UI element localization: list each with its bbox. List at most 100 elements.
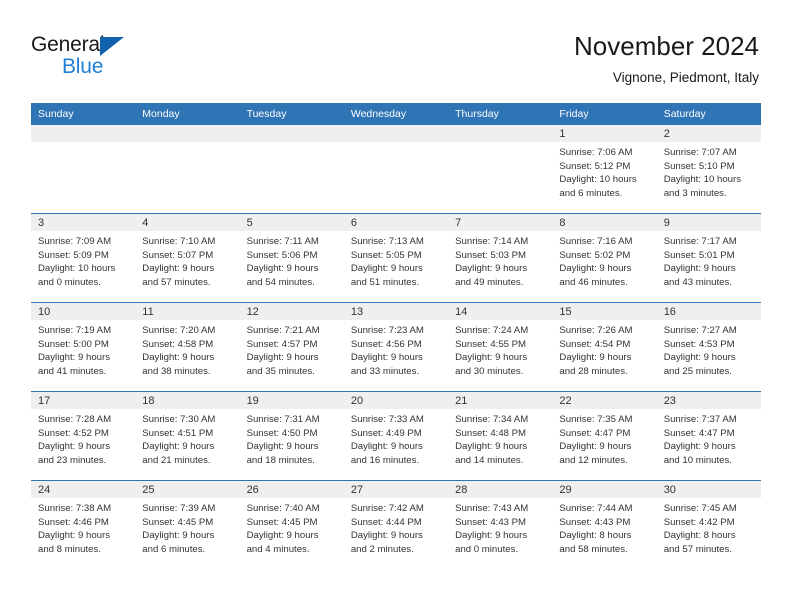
- day-cell[interactable]: 4 Sunrise: 7:10 AM Sunset: 5:07 PM Dayli…: [135, 213, 240, 303]
- day-cell[interactable]: 30 Sunrise: 7:45 AM Sunset: 4:42 PM Dayl…: [656, 480, 761, 569]
- sunset-text: Sunset: 5:05 PM: [350, 249, 422, 261]
- daylight-text-line2: and 8 minutes.: [38, 543, 101, 555]
- day-details: Sunrise: 7:16 AM Sunset: 5:02 PM Dayligh…: [552, 231, 656, 289]
- sunrise-text: Sunrise: 7:23 AM: [350, 325, 424, 336]
- day-cell[interactable]: 18 Sunrise: 7:30 AM Sunset: 4:51 PM Dayl…: [135, 391, 240, 481]
- day-details: Sunrise: 7:30 AM Sunset: 4:51 PM Dayligh…: [135, 409, 239, 467]
- day-number: [239, 125, 344, 142]
- day-cell[interactable]: 20 Sunrise: 7:33 AM Sunset: 4:49 PM Dayl…: [343, 391, 449, 481]
- sunrise-text: Sunrise: 7:09 AM: [38, 236, 112, 247]
- daylight-text-line1: Daylight: 9 hours: [142, 263, 215, 275]
- daylight-text-line1: Daylight: 9 hours: [38, 441, 110, 453]
- sunset-text: Sunset: 4:57 PM: [246, 338, 318, 350]
- daylight-text-line2: and 0 minutes.: [455, 543, 519, 555]
- day-cell[interactable]: 22 Sunrise: 7:35 AM Sunset: 4:47 PM Dayl…: [552, 391, 657, 481]
- day-number: 3: [31, 214, 136, 231]
- sunrise-text: Sunrise: 7:10 AM: [142, 236, 216, 247]
- sunrise-text: Sunrise: 7:27 AM: [663, 325, 737, 336]
- daylight-text-line2: and 57 minutes.: [142, 276, 211, 288]
- week-row: 17 Sunrise: 7:28 AM Sunset: 4:52 PM Dayl…: [31, 391, 761, 481]
- daylight-text-line1: Daylight: 9 hours: [246, 530, 319, 542]
- sunrise-text: Sunrise: 7:06 AM: [559, 147, 633, 158]
- day-details: Sunrise: 7:34 AM Sunset: 4:48 PM Dayligh…: [448, 409, 552, 467]
- day-cell[interactable]: 7 Sunrise: 7:14 AM Sunset: 5:03 PM Dayli…: [448, 213, 553, 303]
- day-number: 1: [552, 125, 657, 142]
- day-cell[interactable]: 12 Sunrise: 7:21 AM Sunset: 4:57 PM Dayl…: [239, 302, 344, 392]
- day-number: 23: [656, 392, 761, 409]
- day-details: Sunrise: 7:07 AM Sunset: 5:10 PM Dayligh…: [657, 142, 761, 200]
- daylight-text-line1: Daylight: 9 hours: [38, 352, 110, 364]
- day-cell[interactable]: 3 Sunrise: 7:09 AM Sunset: 5:09 PM Dayli…: [31, 213, 136, 303]
- sunrise-text: Sunrise: 7:11 AM: [246, 236, 319, 247]
- day-details: Sunrise: 7:28 AM Sunset: 4:52 PM Dayligh…: [31, 409, 135, 467]
- sunset-text: Sunset: 5:01 PM: [663, 249, 735, 261]
- day-cell[interactable]: 19 Sunrise: 7:31 AM Sunset: 4:50 PM Dayl…: [239, 391, 344, 481]
- day-number: 2: [656, 125, 761, 142]
- day-number: 24: [31, 481, 136, 498]
- day-cell[interactable]: 23 Sunrise: 7:37 AM Sunset: 4:47 PM Dayl…: [656, 391, 761, 481]
- day-details: Sunrise: 7:23 AM Sunset: 4:56 PM Dayligh…: [344, 320, 448, 378]
- sunrise-text: Sunrise: 7:31 AM: [246, 414, 320, 425]
- day-cell[interactable]: 1 Sunrise: 7:06 AM Sunset: 5:12 PM Dayli…: [552, 125, 657, 214]
- day-cell[interactable]: 5 Sunrise: 7:11 AM Sunset: 5:06 PM Dayli…: [239, 213, 344, 303]
- day-cell[interactable]: 15 Sunrise: 7:26 AM Sunset: 4:54 PM Dayl…: [552, 302, 657, 392]
- day-details: Sunrise: 7:20 AM Sunset: 4:58 PM Dayligh…: [135, 320, 239, 378]
- day-cell[interactable]: 28 Sunrise: 7:43 AM Sunset: 4:43 PM Dayl…: [448, 480, 553, 569]
- day-number: 17: [31, 392, 136, 409]
- day-cell[interactable]: 21 Sunrise: 7:34 AM Sunset: 4:48 PM Dayl…: [448, 391, 553, 481]
- daylight-text-line2: and 6 minutes.: [142, 543, 206, 555]
- logo-triangle-icon: [100, 37, 124, 56]
- day-number: 28: [448, 481, 553, 498]
- day-number: 19: [239, 392, 344, 409]
- day-details: Sunrise: 7:24 AM Sunset: 4:55 PM Dayligh…: [448, 320, 552, 378]
- sunset-text: Sunset: 4:55 PM: [455, 338, 527, 350]
- calendar-page: General Blue November 2024 Vignone, Pied…: [0, 0, 792, 612]
- day-cell[interactable]: 29 Sunrise: 7:44 AM Sunset: 4:43 PM Dayl…: [552, 480, 657, 569]
- daylight-text-line2: and 57 minutes.: [663, 543, 732, 555]
- column-header-monday: Monday: [135, 103, 240, 125]
- day-details: Sunrise: 7:06 AM Sunset: 5:12 PM Dayligh…: [552, 142, 656, 200]
- sunset-text: Sunset: 4:54 PM: [559, 338, 631, 350]
- day-number: 9: [656, 214, 761, 231]
- sunrise-text: Sunrise: 7:39 AM: [142, 503, 216, 514]
- day-cell[interactable]: 14 Sunrise: 7:24 AM Sunset: 4:55 PM Dayl…: [448, 302, 553, 392]
- day-number: 20: [343, 392, 449, 409]
- day-cell[interactable]: 17 Sunrise: 7:28 AM Sunset: 4:52 PM Dayl…: [31, 391, 136, 481]
- day-cell[interactable]: 8 Sunrise: 7:16 AM Sunset: 5:02 PM Dayli…: [552, 213, 657, 303]
- day-cell[interactable]: 16 Sunrise: 7:27 AM Sunset: 4:53 PM Dayl…: [656, 302, 761, 392]
- day-cell[interactable]: 10 Sunrise: 7:19 AM Sunset: 5:00 PM Dayl…: [31, 302, 136, 392]
- day-details: Sunrise: 7:35 AM Sunset: 4:47 PM Dayligh…: [552, 409, 656, 467]
- weekday-header-row: Sunday Monday Tuesday Wednesday Thursday…: [31, 103, 761, 125]
- daylight-text-line1: Daylight: 8 hours: [663, 530, 736, 542]
- daylight-text-line2: and 43 minutes.: [663, 276, 732, 288]
- sunset-text: Sunset: 4:58 PM: [142, 338, 214, 350]
- day-cell[interactable]: 24 Sunrise: 7:38 AM Sunset: 4:46 PM Dayl…: [31, 480, 136, 569]
- day-cell[interactable]: 26 Sunrise: 7:40 AM Sunset: 4:45 PM Dayl…: [239, 480, 344, 569]
- daylight-text-line1: Daylight: 10 hours: [663, 174, 742, 186]
- sunrise-text: Sunrise: 7:35 AM: [559, 414, 633, 425]
- column-header-tuesday: Tuesday: [239, 103, 344, 125]
- column-header-sunday: Sunday: [31, 103, 136, 125]
- sunset-text: Sunset: 4:50 PM: [246, 427, 318, 439]
- sunset-text: Sunset: 5:03 PM: [455, 249, 527, 261]
- daylight-text-line1: Daylight: 9 hours: [455, 530, 528, 542]
- daylight-text-line1: Daylight: 9 hours: [246, 352, 319, 364]
- day-cell[interactable]: 25 Sunrise: 7:39 AM Sunset: 4:45 PM Dayl…: [135, 480, 240, 569]
- sunset-text: Sunset: 4:43 PM: [559, 516, 631, 528]
- daylight-text-line2: and 54 minutes.: [246, 276, 315, 288]
- day-cell[interactable]: 13 Sunrise: 7:23 AM Sunset: 4:56 PM Dayl…: [343, 302, 449, 392]
- daylight-text-line1: Daylight: 9 hours: [142, 441, 215, 453]
- day-cell[interactable]: 11 Sunrise: 7:20 AM Sunset: 4:58 PM Dayl…: [135, 302, 240, 392]
- day-cell-empty: [239, 125, 344, 214]
- day-cell[interactable]: 9 Sunrise: 7:17 AM Sunset: 5:01 PM Dayli…: [656, 213, 761, 303]
- sunrise-text: Sunrise: 7:37 AM: [663, 414, 737, 425]
- day-details: Sunrise: 7:42 AM Sunset: 4:44 PM Dayligh…: [344, 498, 448, 556]
- daylight-text-line1: Daylight: 10 hours: [38, 263, 116, 275]
- day-number: 30: [656, 481, 761, 498]
- day-cell[interactable]: 27 Sunrise: 7:42 AM Sunset: 4:44 PM Dayl…: [343, 480, 449, 569]
- day-details: Sunrise: 7:10 AM Sunset: 5:07 PM Dayligh…: [135, 231, 239, 289]
- generalblue-logo[interactable]: General Blue: [31, 33, 161, 83]
- day-cell[interactable]: 2 Sunrise: 7:07 AM Sunset: 5:10 PM Dayli…: [656, 125, 761, 214]
- sunset-text: Sunset: 4:43 PM: [455, 516, 527, 528]
- day-cell[interactable]: 6 Sunrise: 7:13 AM Sunset: 5:05 PM Dayli…: [343, 213, 449, 303]
